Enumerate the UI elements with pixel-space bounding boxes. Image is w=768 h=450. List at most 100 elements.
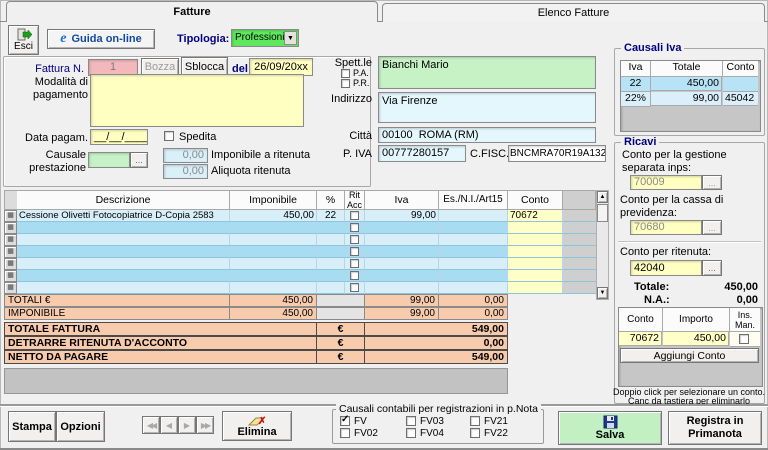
tipologia-select[interactable]: Professionisti ▼ xyxy=(231,29,299,47)
rit-acc-cell[interactable] xyxy=(345,222,365,234)
fv21-checkbox[interactable] xyxy=(470,416,480,426)
rit-acc-cell[interactable] xyxy=(345,282,365,294)
stampa-button[interactable]: Stampa xyxy=(8,411,56,442)
nav-first-icon[interactable]: ◀◀ xyxy=(142,416,160,434)
rit-acc-checkbox[interactable] xyxy=(350,259,359,268)
causali-iva-table[interactable]: Iva Totale Conto 22 450,00 22% 99,00 450… xyxy=(620,60,761,132)
modalita-pagamento-area[interactable] xyxy=(90,74,304,127)
ins-man-cell[interactable] xyxy=(730,332,760,347)
rit-acc-checkbox[interactable] xyxy=(350,283,359,292)
grid-empty-row[interactable]: ▦ xyxy=(4,234,596,246)
grid-empty-row[interactable]: ▦ xyxy=(4,222,596,234)
percent-cell[interactable] xyxy=(317,258,345,270)
causale-prestazione-field[interactable] xyxy=(88,152,130,168)
iva-cell[interactable] xyxy=(365,270,439,282)
imponibile-cell[interactable] xyxy=(230,270,317,282)
grid-empty-row[interactable]: ▦ xyxy=(4,270,596,282)
iva-cell[interactable] xyxy=(365,234,439,246)
data-pagam-field[interactable]: __/__/____ xyxy=(90,129,148,145)
col-header-conto[interactable]: Conto xyxy=(508,190,563,210)
conto-cell[interactable]: 45042 xyxy=(723,92,758,106)
col-header-rit-acc[interactable]: Rit Acc xyxy=(345,190,365,210)
grid-empty-row[interactable]: ▦ xyxy=(4,246,596,258)
conto-cell[interactable] xyxy=(508,222,563,234)
fv22-checkbox[interactable] xyxy=(470,428,480,438)
descrizione-cell[interactable] xyxy=(17,282,230,294)
col-header-iva[interactable]: Iva xyxy=(365,190,439,210)
col-header-percent[interactable]: % xyxy=(317,190,345,210)
imponibile-ritenuta-field[interactable]: 0,00 xyxy=(163,148,208,163)
col-header-imponibile[interactable]: Imponibile xyxy=(230,190,317,210)
fv-checkbox[interactable] xyxy=(340,414,350,426)
conto-cell[interactable] xyxy=(508,246,563,258)
iva-cell[interactable] xyxy=(365,246,439,258)
causale-browse-button[interactable]: ... xyxy=(130,152,148,168)
scroll-down-icon[interactable]: ▼ xyxy=(597,287,608,299)
conto-gestione-field[interactable]: 70009 xyxy=(630,175,702,190)
totale-cell[interactable]: 99,00 xyxy=(651,92,722,106)
conto-cell[interactable] xyxy=(508,234,563,246)
rit-acc-cell[interactable] xyxy=(345,210,365,222)
imponibile-cell[interactable] xyxy=(230,258,317,270)
grid-row[interactable]: ▦ Cessione Olivetti Fotocopiatrice D-Cop… xyxy=(4,210,596,222)
aggiungi-conto-button[interactable]: Aggiungi Conto xyxy=(620,348,759,363)
guida-online-button[interactable]: e Guida on-line xyxy=(47,29,155,49)
citta-field[interactable]: 00100 ROMA (RM) xyxy=(378,127,596,143)
cfisc-field[interactable]: BNCMRA70R19A132P xyxy=(508,145,606,162)
percent-cell[interactable] xyxy=(317,222,345,234)
percent-cell[interactable]: 22 xyxy=(317,210,345,222)
col-header-descrizione[interactable]: Descrizione xyxy=(17,190,230,210)
tab-fatture[interactable]: Fatture xyxy=(6,1,378,22)
row-selector-button[interactable]: ▦ xyxy=(4,258,17,270)
descrizione-cell[interactable] xyxy=(17,270,230,282)
rit-acc-checkbox[interactable] xyxy=(350,271,359,280)
piva-field[interactable]: 00777280157 xyxy=(378,145,466,162)
conto-cassa-field[interactable]: 70680 xyxy=(630,220,702,235)
iva-cell[interactable]: 22% xyxy=(621,92,651,107)
scroll-up-icon[interactable]: ▲ xyxy=(597,191,608,203)
imponibile-cell[interactable]: 450,00 xyxy=(230,210,317,222)
conto-cell[interactable]: 70672 xyxy=(508,210,563,222)
conto-cell[interactable] xyxy=(723,77,758,92)
tab-elenco-fatture[interactable]: Elenco Fatture xyxy=(382,3,765,22)
percent-cell[interactable] xyxy=(317,246,345,258)
percent-cell[interactable] xyxy=(317,234,345,246)
rit-acc-checkbox[interactable] xyxy=(350,235,359,244)
imponibile-cell[interactable] xyxy=(230,234,317,246)
conto-cell[interactable]: 70672 xyxy=(619,332,662,346)
conto-gestione-browse-button[interactable]: ... xyxy=(702,175,722,190)
pr-checkbox[interactable] xyxy=(341,79,350,88)
nav-last-icon[interactable]: ▶▶ xyxy=(196,416,214,434)
descrizione-cell[interactable] xyxy=(17,246,230,258)
conto-cassa-browse-button[interactable]: ... xyxy=(702,220,722,235)
es-cell[interactable] xyxy=(439,270,508,282)
conto-cell[interactable] xyxy=(508,270,563,282)
rit-acc-cell[interactable] xyxy=(345,270,365,282)
fv02-checkbox[interactable] xyxy=(340,428,350,438)
es-cell[interactable] xyxy=(439,222,508,234)
aliquota-ritenuta-field[interactable]: 0,00 xyxy=(163,164,208,179)
imponibile-cell[interactable] xyxy=(230,282,317,294)
spedita-checkbox[interactable] xyxy=(164,131,174,141)
iva-cell[interactable] xyxy=(365,222,439,234)
es-cell[interactable] xyxy=(439,210,508,222)
iva-cell[interactable]: 22 xyxy=(621,77,651,92)
rit-acc-cell[interactable] xyxy=(345,258,365,270)
pa-checkbox[interactable] xyxy=(341,69,350,78)
iva-cell[interactable]: 99,00 xyxy=(365,210,439,222)
grid-scrollbar[interactable]: ▲ ▼ xyxy=(596,190,609,300)
es-cell[interactable] xyxy=(439,258,508,270)
rit-acc-cell[interactable] xyxy=(345,234,365,246)
esci-button[interactable]: Esci xyxy=(8,25,39,55)
imponibile-cell[interactable] xyxy=(230,246,317,258)
scrollbar-thumb[interactable] xyxy=(597,204,608,222)
conto-cell[interactable] xyxy=(508,282,563,294)
conto-ritenuta-field[interactable]: 42040 xyxy=(630,260,702,276)
grid-empty-row[interactable]: ▦ xyxy=(4,282,596,294)
registra-primanota-button[interactable]: Registra in Primanota xyxy=(668,411,762,445)
rit-acc-checkbox[interactable] xyxy=(350,211,359,220)
imponibile-cell[interactable] xyxy=(230,222,317,234)
indirizzo-area[interactable]: Via Firenze xyxy=(378,92,596,123)
grid-empty-row[interactable]: ▦ xyxy=(4,258,596,270)
rit-acc-checkbox[interactable] xyxy=(350,223,359,232)
